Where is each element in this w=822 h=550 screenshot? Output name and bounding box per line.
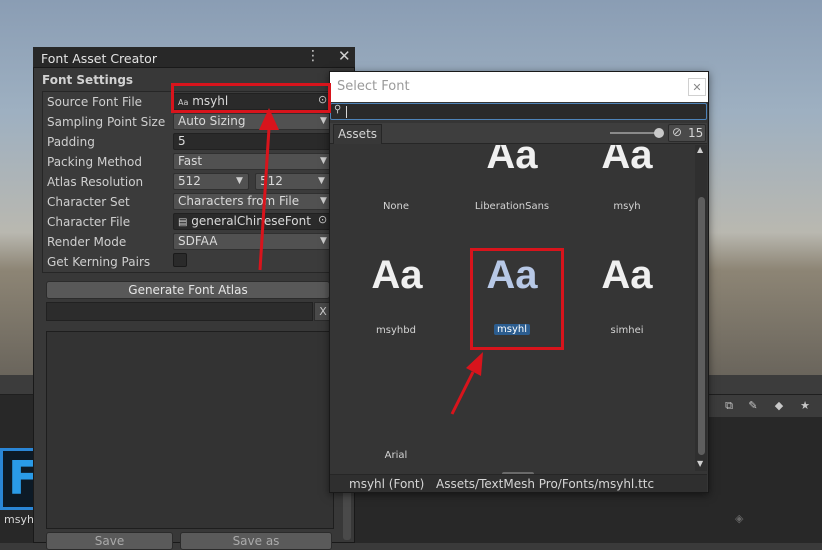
- padding-input[interactable]: 5: [173, 133, 331, 150]
- source-font-file-label: Source Font File: [47, 95, 143, 109]
- dropdown-caret-icon: ▼: [320, 156, 327, 166]
- font-item-msyhbd[interactable]: msyhbd: [341, 325, 451, 336]
- character-set-value: Characters from File: [178, 194, 300, 208]
- font-settings-header: Font Settings: [42, 73, 134, 87]
- packing-method-label: Packing Method: [47, 155, 142, 169]
- search-input[interactable]: [330, 103, 707, 120]
- atlas-resolution-label: Atlas Resolution: [47, 175, 144, 189]
- font-item-glyph: Aa: [601, 145, 653, 177]
- file-icon: ▤: [178, 217, 188, 228]
- dropdown-caret-icon: ▼: [320, 196, 327, 206]
- edit-icon[interactable]: ✎: [745, 398, 761, 414]
- tab-assets[interactable]: Assets: [333, 124, 382, 144]
- atlas-width-dropdown[interactable]: 512 ▼: [173, 173, 249, 190]
- annotation-box-source-font: [171, 83, 331, 113]
- zoom-slider-handle[interactable]: [654, 128, 664, 138]
- character-set-dropdown[interactable]: Characters from File ▼: [173, 193, 331, 210]
- font-item-msyh[interactable]: msyh: [572, 201, 682, 212]
- atlas-height-value: 512: [260, 174, 283, 188]
- hidden-count: 15: [688, 126, 704, 140]
- character-file-value: generalChineseFont: [191, 214, 311, 228]
- progress-bar: [46, 302, 313, 321]
- kerning-label: Get Kerning Pairs: [47, 255, 151, 269]
- object-picker-icon[interactable]: ⧉: [721, 398, 737, 414]
- annotation-box-msyhl: [470, 248, 564, 350]
- font-item-simhei[interactable]: simhei: [572, 325, 682, 336]
- save-button[interactable]: Save: [46, 532, 173, 550]
- atlas-height-dropdown[interactable]: 512 ▼: [255, 173, 331, 190]
- watermark-logo: ◈: [735, 512, 744, 525]
- scroll-down-icon[interactable]: ▼: [697, 459, 703, 468]
- packing-method-dropdown[interactable]: Fast ▼: [173, 153, 331, 170]
- close-icon[interactable]: ✕: [338, 47, 351, 65]
- object-picker-icon[interactable]: ⊙: [318, 213, 327, 226]
- font-item-none[interactable]: None: [341, 201, 451, 212]
- sampling-point-size-dropdown[interactable]: Auto Sizing ▼: [173, 113, 331, 130]
- dropdown-caret-icon: ▼: [320, 116, 327, 126]
- kerning-checkbox[interactable]: [173, 253, 187, 267]
- status-font-path: Assets/TextMesh Pro/Fonts/msyhl.ttc: [436, 477, 655, 491]
- scrollbar-thumb[interactable]: [698, 197, 705, 455]
- sampling-point-size-label: Sampling Point Size: [47, 115, 166, 129]
- status-font-name: msyhl (Font): [349, 477, 425, 491]
- atlas-width-value: 512: [178, 174, 201, 188]
- atlas-preview-area: [46, 331, 334, 529]
- generate-font-atlas-button[interactable]: Generate Font Atlas: [46, 281, 330, 299]
- character-file-label: Character File: [47, 215, 131, 229]
- zoom-slider-track[interactable]: [610, 132, 660, 134]
- padding-label: Padding: [47, 135, 95, 149]
- window-title[interactable]: Font Asset Creator: [41, 51, 157, 66]
- save-as-button[interactable]: Save as: [180, 532, 332, 550]
- label-tag-icon[interactable]: ◆: [771, 398, 787, 414]
- dialog-title: Select Font: [337, 79, 410, 94]
- favorite-star-icon[interactable]: ★: [797, 398, 813, 414]
- dropdown-caret-icon: ▼: [236, 176, 243, 186]
- sampling-point-size-value: Auto Sizing: [178, 114, 246, 128]
- scroll-up-icon[interactable]: ▲: [697, 145, 703, 154]
- close-icon[interactable]: ✕: [688, 78, 706, 96]
- font-item-glyph: Aa: [486, 145, 538, 177]
- render-mode-dropdown[interactable]: SDFAA ▼: [173, 233, 331, 250]
- kebab-menu-icon[interactable]: ⋮: [306, 48, 320, 64]
- packing-method-value: Fast: [178, 154, 203, 168]
- text-cursor: [346, 106, 347, 118]
- dropdown-caret-icon: ▼: [320, 236, 327, 246]
- render-mode-label: Render Mode: [47, 235, 127, 249]
- font-item-glyph[interactable]: Aa: [572, 253, 682, 297]
- font-item-glyph[interactable]: Aa: [342, 253, 452, 297]
- font-item-arial[interactable]: Arial: [341, 450, 451, 461]
- dropdown-caret-icon: ▼: [318, 176, 325, 186]
- eye-slash-icon: ⊘: [672, 125, 683, 139]
- search-icon: ⚲: [334, 104, 342, 115]
- character-set-label: Character Set: [47, 195, 130, 209]
- character-file-field[interactable]: ▤ generalChineseFont: [173, 213, 331, 230]
- render-mode-value: SDFAA: [178, 234, 218, 248]
- font-item-liberationsans[interactable]: LiberationSans: [457, 201, 567, 212]
